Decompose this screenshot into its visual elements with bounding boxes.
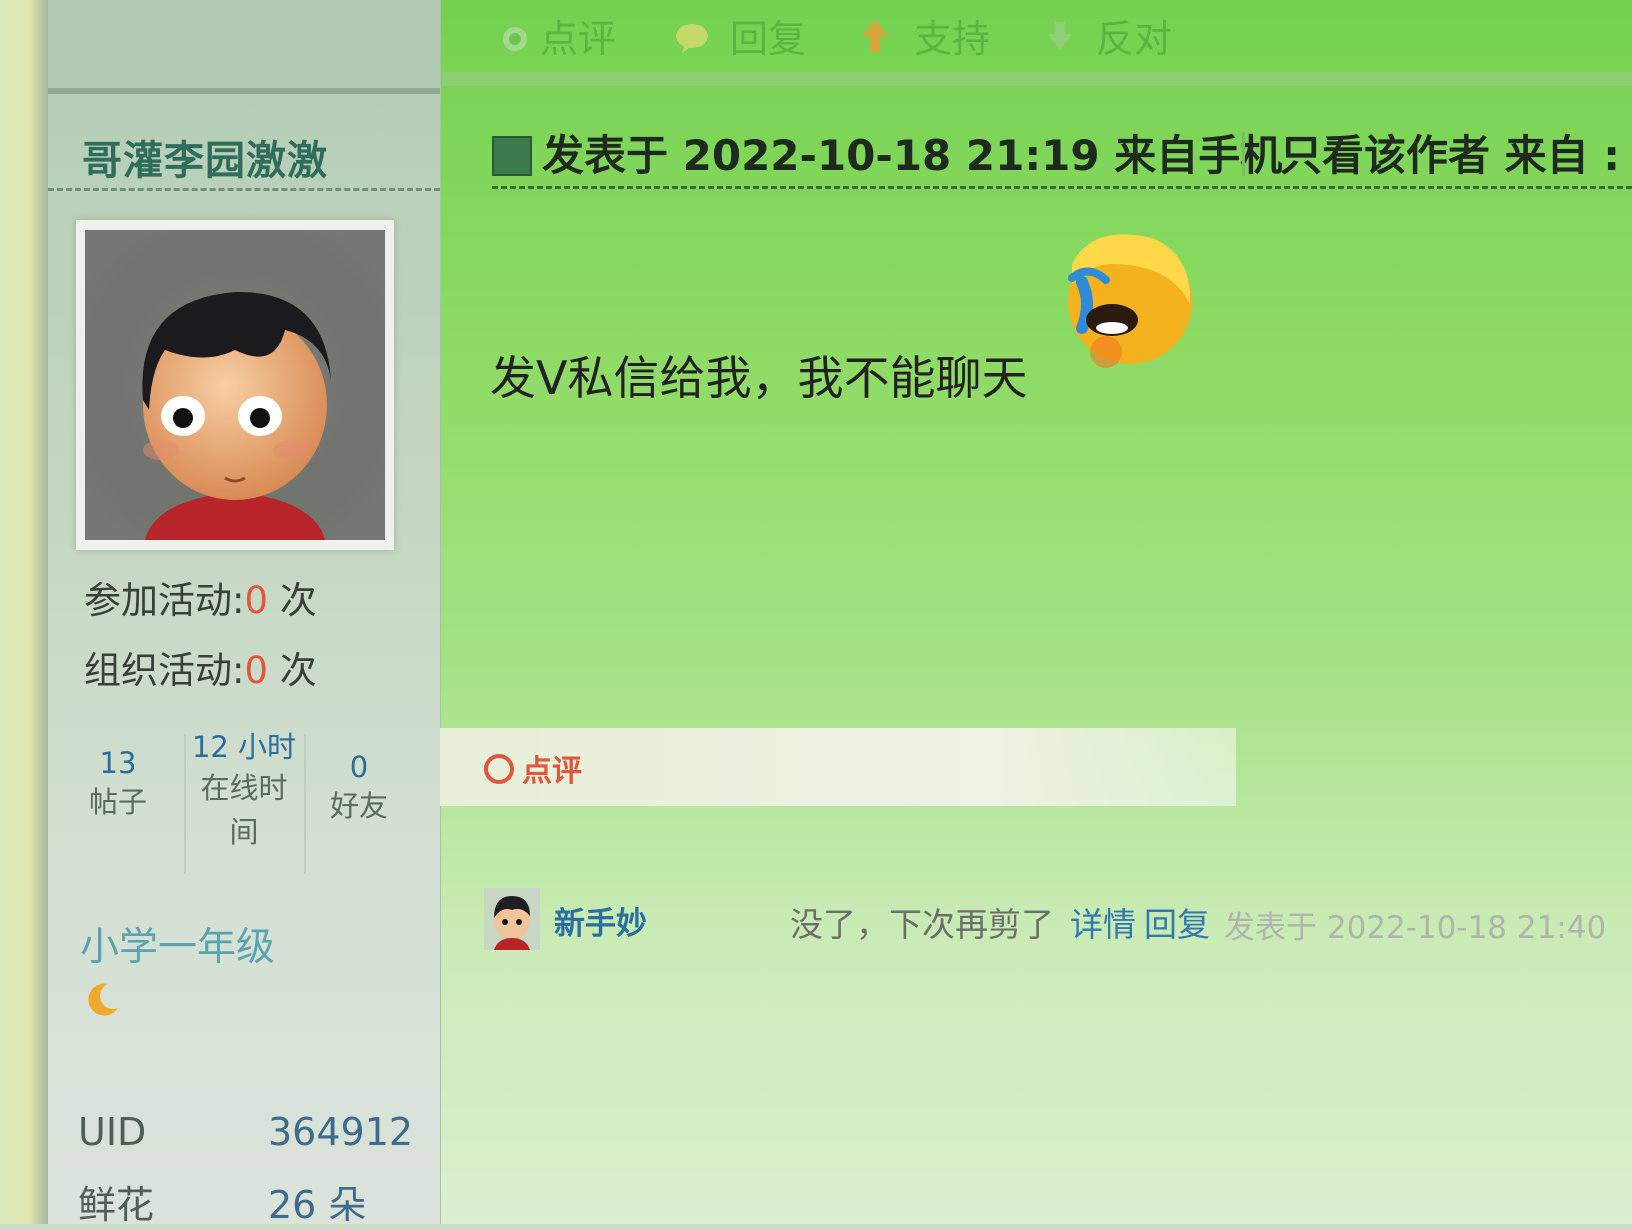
mini-stats-divider (184, 734, 186, 874)
profile-uid-value: 364912 (268, 1110, 414, 1154)
comment-ring-icon (484, 754, 514, 784)
author-avatar-frame[interactable] (76, 220, 394, 550)
comment-timestamp: 发表于 2022-10-18 21:40 (1224, 910, 1607, 946)
comment-reply-link[interactable]: 回复 (1144, 898, 1210, 946)
stat-friends-label: 好友 (329, 789, 388, 823)
author-sidebar: 哥灌李园激激 参加活动:0 次 组织活动:0 次 13 帖子 12 小时 在线时… (48, 0, 441, 1227)
left-edge (0, 0, 50, 1224)
forum-thread-screen: 哥灌李园激激 参加活动:0 次 组织活动:0 次 13 帖子 12 小时 在线时… (0, 0, 1632, 1227)
comment-button[interactable]: 点评 (522, 746, 582, 790)
comment-detail-link[interactable]: 详情 (1070, 898, 1136, 946)
activities-organized-count[interactable]: 0 (244, 649, 268, 692)
post-divider (442, 72, 1632, 86)
moon-icon (88, 983, 118, 1016)
author-username[interactable]: 哥灌李园激激 (82, 128, 328, 186)
stat-posts-label: 帖子 (88, 785, 147, 819)
thumbs-down-icon (1048, 22, 1072, 50)
stat-online-time[interactable]: 12 小时 在线时 间 (188, 724, 300, 854)
action-oppose[interactable]: 反对 (1096, 8, 1172, 63)
author-online-icon (492, 136, 532, 176)
post-header: 发表于 2022-10-18 21:19 来自手机 只看该作者 来自 : (492, 118, 1632, 190)
activities-organized-unit: 次 (268, 649, 317, 692)
thumbs-up-icon (862, 20, 888, 52)
comment-dot-icon (503, 27, 527, 51)
stat-online-value: 12 小时 (191, 730, 297, 764)
profile-flowers-row: 鲜花 26 朵 (78, 1174, 366, 1229)
profile-uid-row: UID 364912 (78, 1110, 413, 1154)
activities-joined-label: 参加活动: (84, 579, 245, 622)
stat-posts-value: 13 (99, 746, 137, 780)
comment-bar: 点评 (440, 728, 1236, 806)
profile-uid-label: UID (78, 1110, 147, 1154)
stat-friends[interactable]: 0 好友 (314, 750, 404, 828)
action-support[interactable]: 支持 (914, 8, 990, 63)
activities-joined-unit: 次 (268, 579, 317, 622)
stat-online-label-1: 在线时 (200, 771, 288, 805)
action-reply[interactable]: 回复 (730, 8, 806, 63)
comment-text: 没了，下次再剪了 (790, 905, 1054, 944)
activities-organized-label: 组织活动: (84, 649, 245, 692)
mini-stats-divider (304, 734, 306, 874)
post-content: 发V私信给我，我不能聊天 (490, 351, 1028, 405)
stat-online-label-2: 间 (229, 815, 259, 849)
username-divider (48, 188, 440, 191)
user-rank[interactable]: 小学一年级 (80, 916, 275, 972)
post-meta: 发表于 2022-10-18 21:19 来自手机 (542, 131, 1283, 180)
activities-joined: 参加活动:0 次 (84, 570, 317, 624)
crying-face-emoji (1068, 234, 1192, 368)
stat-friends-value: 0 (349, 750, 369, 784)
comment-row: 新手妙 没了，下次再剪了 详情 回复 发表于 2022-10-18 21:40 (484, 888, 1632, 958)
action-comment[interactable]: 点评 (540, 8, 616, 63)
only-author-link[interactable]: 只看该作者 来自 : (1280, 122, 1620, 183)
activities-organized: 组织活动:0 次 (84, 640, 317, 694)
post-header-divider (492, 186, 1632, 189)
sidebar-topbar (48, 0, 440, 94)
author-mini-stats: 13 帖子 12 小时 在线时 间 0 好友 (72, 730, 432, 874)
meta-separator (1242, 132, 1245, 176)
previous-post-actions: 点评 回复 支持 反对 (448, 0, 1632, 80)
activities-joined-count[interactable]: 0 (244, 579, 268, 622)
profile-flowers-value: 26 朵 (268, 1183, 367, 1227)
avatar[interactable] (484, 888, 540, 950)
stat-posts[interactable]: 13 帖子 (72, 746, 164, 824)
reply-bubble-icon (676, 24, 708, 53)
avatar (85, 230, 385, 540)
comment-username[interactable]: 新手妙 (554, 898, 647, 943)
profile-flowers-label: 鲜花 (78, 1183, 155, 1227)
